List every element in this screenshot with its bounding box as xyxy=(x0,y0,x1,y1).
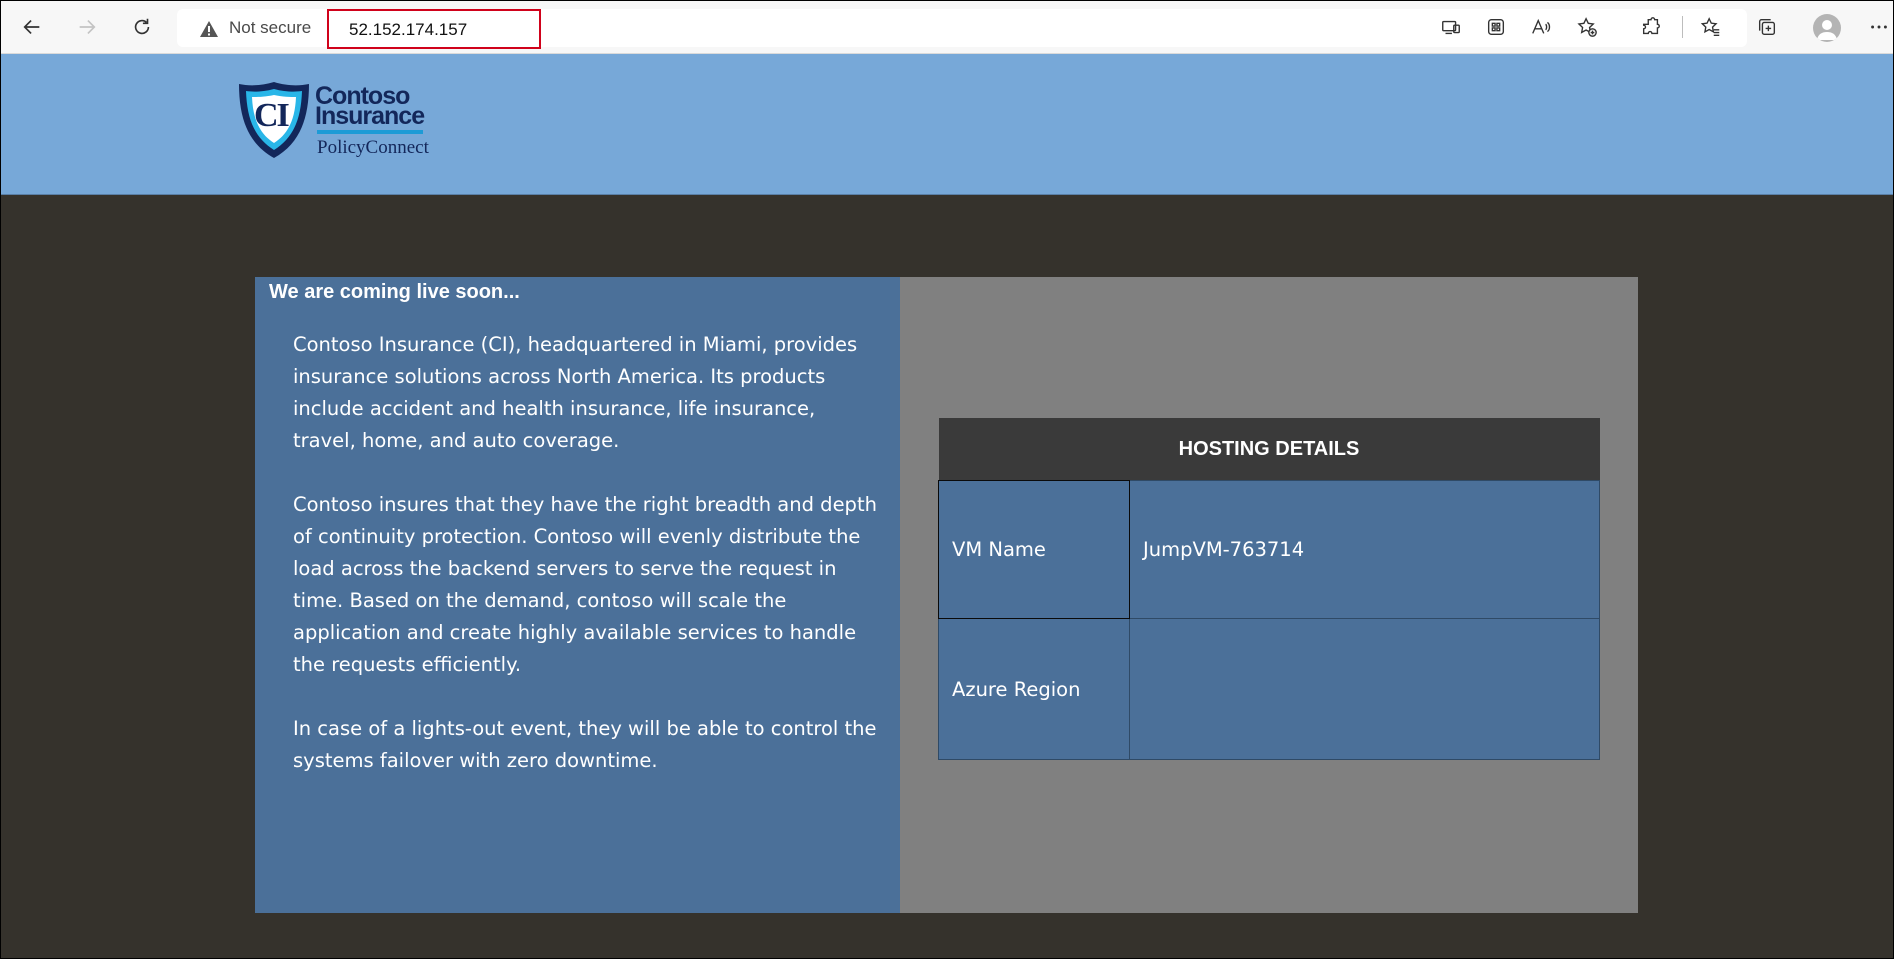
more-icon[interactable] xyxy=(1863,11,1893,43)
browser-toolbar: Not secure 52.152.174.157 xyxy=(1,1,1893,54)
logo-name-line2: Insurance xyxy=(315,102,425,130)
contoso-logo[interactable]: CI Contoso Insurance PolicyConnect xyxy=(237,80,429,162)
paragraph: Contoso Insurance (CI), headquartered in… xyxy=(293,333,858,452)
azure-region-value xyxy=(1129,618,1600,760)
site-header: CI Contoso Insurance PolicyConnect xyxy=(1,54,1893,195)
hosting-panel: HOSTING DETAILS VM Name JumpVM-763714 Az… xyxy=(900,277,1638,913)
extensions-icon[interactable] xyxy=(1635,11,1667,43)
logo-tagline: PolicyConnect xyxy=(317,137,429,158)
vm-name-label: VM Name xyxy=(938,480,1130,619)
url-field[interactable]: 52.152.174.157 xyxy=(327,9,541,49)
intro-panel: We are coming live soon... Contoso Insur… xyxy=(255,277,900,913)
add-favorite-icon[interactable] xyxy=(1571,11,1603,43)
main-content: We are coming live soon... Contoso Insur… xyxy=(1,195,1893,958)
vm-name-value: JumpVM-763714 xyxy=(1129,480,1600,619)
logo-underline xyxy=(317,130,423,134)
hosting-details-header: HOSTING DETAILS xyxy=(938,418,1600,481)
collections-icon[interactable] xyxy=(1751,11,1783,43)
hosting-details-table: HOSTING DETAILS VM Name JumpVM-763714 Az… xyxy=(938,418,1600,760)
content-card: We are coming live soon... Contoso Insur… xyxy=(255,277,1638,913)
azure-region-label: Azure Region xyxy=(938,618,1130,760)
table-row: Azure Region xyxy=(938,618,1600,760)
apps-icon[interactable] xyxy=(1480,11,1512,43)
logo-monogram: CI xyxy=(254,97,290,134)
forward-icon[interactable] xyxy=(71,11,103,43)
warning-icon[interactable] xyxy=(199,20,219,38)
url-text[interactable]: 52.152.174.157 xyxy=(349,20,467,40)
favorites-icon[interactable] xyxy=(1695,11,1727,43)
browser-window: Not secure 52.152.174.157 CI Contoso Ins… xyxy=(0,0,1894,959)
paragraph: Contoso insures that they have the right… xyxy=(293,493,877,676)
logo-wordmark: Contoso Insurance xyxy=(315,84,425,130)
security-label[interactable]: Not secure xyxy=(229,18,311,38)
toolbar-separator xyxy=(1682,16,1683,38)
refresh-icon[interactable] xyxy=(126,11,158,43)
back-icon[interactable] xyxy=(16,11,48,43)
read-aloud-icon[interactable] xyxy=(1525,11,1557,43)
paragraph: In case of a lights-out event, they will… xyxy=(293,717,877,772)
intro-text: Contoso Insurance (CI), headquartered in… xyxy=(293,329,883,809)
profile-icon[interactable] xyxy=(1813,14,1841,42)
coming-soon-heading: We are coming live soon... xyxy=(269,281,520,303)
table-row: VM Name JumpVM-763714 xyxy=(938,480,1600,619)
cast-icon[interactable] xyxy=(1435,11,1467,43)
